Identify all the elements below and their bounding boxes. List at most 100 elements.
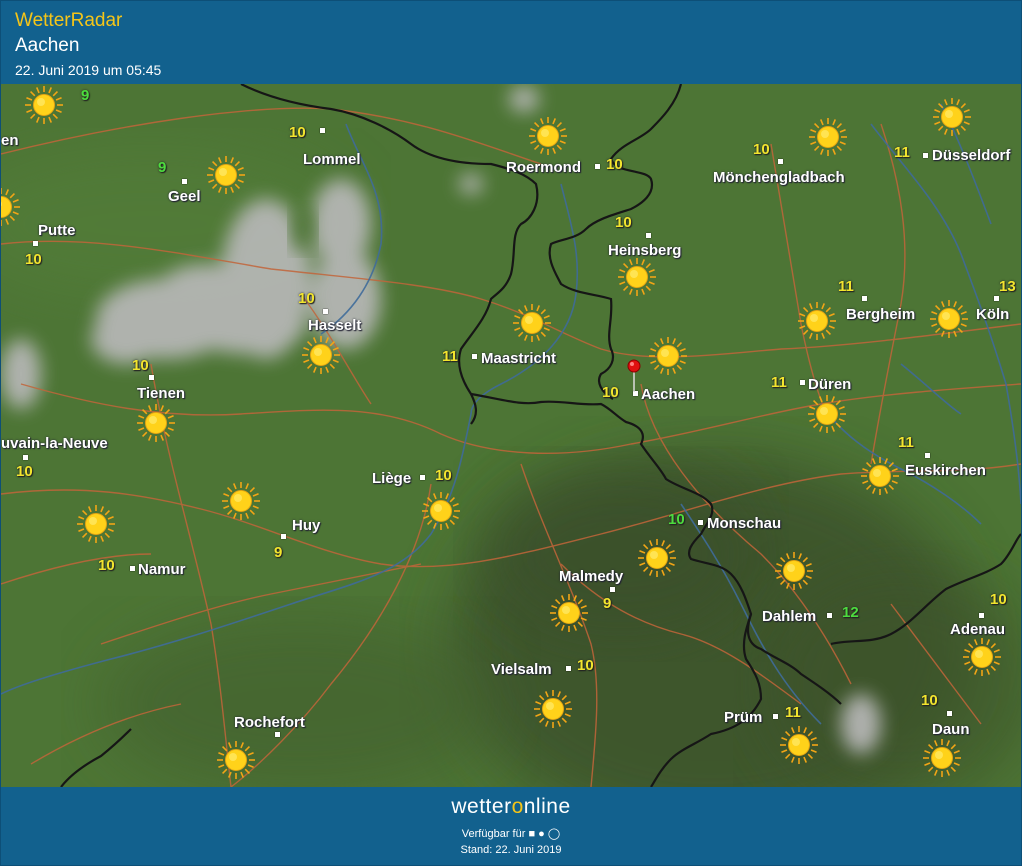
city-marker	[130, 566, 135, 571]
temp-label: 10	[16, 463, 33, 480]
temp-label: 13	[999, 278, 1016, 295]
city-marker	[646, 233, 651, 238]
apple-icon[interactable]: ●	[538, 828, 545, 840]
temp-label: 10	[298, 290, 315, 307]
city-marker	[281, 534, 286, 539]
city-marker	[778, 159, 783, 164]
sun-icon[interactable]	[858, 454, 902, 498]
location-pin-icon[interactable]	[627, 359, 641, 393]
city-pruem[interactable]: Prüm	[724, 709, 762, 726]
city-aachen[interactable]: Aachen	[641, 386, 695, 403]
sun-icon[interactable]	[646, 334, 690, 378]
web-icon[interactable]: ◯	[548, 828, 560, 840]
sun-icon[interactable]	[777, 723, 821, 767]
sun-icon[interactable]	[134, 401, 178, 445]
city-monschau[interactable]: Monschau	[707, 515, 781, 532]
temp-label: 10	[990, 591, 1007, 608]
weather-map[interactable]: en Lommel Roermond Mönchengladbach Düsse…	[1, 84, 1021, 787]
temp-label: 10	[615, 214, 632, 231]
sun-icon[interactable]	[960, 635, 1004, 679]
temp-label: 9	[603, 595, 612, 612]
sun-icon[interactable]	[795, 299, 839, 343]
sun-icon[interactable]	[615, 255, 659, 299]
city-marker	[979, 613, 984, 618]
city-marker	[862, 296, 867, 301]
sun-icon[interactable]	[510, 301, 554, 345]
city-marker	[610, 587, 615, 592]
header-bar: WetterRadar Aachen 22. Juni 2019 um 05:4…	[1, 1, 1021, 84]
temp-label: 11	[771, 374, 787, 391]
timestamp: 22. Juni 2019 um 05:45	[15, 62, 162, 78]
temp-label: 10	[25, 251, 42, 268]
city-daun[interactable]: Daun	[932, 721, 970, 738]
temp-label: 9	[158, 159, 167, 176]
sun-icon[interactable]	[22, 84, 66, 127]
sun-icon[interactable]	[214, 738, 258, 782]
app-title[interactable]: WetterRadar	[15, 10, 122, 32]
city-marker	[420, 475, 425, 480]
sun-icon[interactable]	[74, 502, 118, 546]
brand-logo[interactable]: wetteronline	[1, 795, 1021, 819]
city-dueren[interactable]: Düren	[808, 376, 851, 393]
city-rochefort[interactable]: Rochefort	[234, 714, 305, 731]
sun-icon[interactable]	[920, 736, 964, 780]
sun-icon[interactable]	[806, 115, 850, 159]
city-dahlem[interactable]: Dahlem	[762, 608, 816, 625]
city-marker	[33, 241, 38, 246]
city-marker	[698, 520, 703, 525]
city-marker	[800, 380, 805, 385]
city-lommel[interactable]: Lommel	[303, 151, 361, 168]
sun-icon[interactable]	[219, 479, 263, 523]
city-marker	[23, 455, 28, 460]
city-koeln[interactable]: Köln	[976, 306, 1009, 323]
city-geel[interactable]: Geel	[168, 188, 201, 205]
stand-date: Stand: 22. Juni 2019	[460, 844, 562, 856]
temp-label: 10	[753, 141, 770, 158]
sun-icon[interactable]	[531, 687, 575, 731]
sun-icon[interactable]	[526, 114, 570, 158]
city-marker	[925, 453, 930, 458]
sun-icon[interactable]	[772, 549, 816, 593]
sun-icon[interactable]	[204, 153, 248, 197]
temp-label: 10	[606, 156, 623, 173]
temp-label: 10	[132, 357, 149, 374]
temp-label: 10	[668, 511, 685, 528]
city-roermond[interactable]: Roermond	[506, 159, 581, 176]
sun-icon[interactable]	[547, 591, 591, 635]
city-tienen[interactable]: Tienen	[137, 385, 185, 402]
sun-icon[interactable]	[1, 185, 23, 229]
city-maastricht[interactable]: Maastricht	[481, 350, 556, 367]
temp-label: 11	[898, 434, 914, 451]
android-icon[interactable]: ■	[528, 828, 535, 840]
temp-label: 11	[838, 278, 854, 295]
availability-line: Verfügbar für ■ ● ◯	[1, 827, 1021, 840]
city-liege[interactable]: Liège	[372, 470, 411, 487]
city-heinsberg[interactable]: Heinsberg	[608, 242, 681, 259]
sun-icon[interactable]	[419, 489, 463, 533]
city-adenau[interactable]: Adenau	[950, 621, 1005, 638]
city-bergheim[interactable]: Bergheim	[846, 306, 915, 323]
temp-label: 10	[602, 384, 619, 401]
city-putte[interactable]: Putte	[38, 222, 76, 239]
city-malmedy[interactable]: Malmedy	[559, 568, 623, 585]
sun-icon[interactable]	[927, 297, 971, 341]
city-huy[interactable]: Huy	[292, 517, 320, 534]
temp-label: 11	[785, 704, 801, 721]
city-euskirchen[interactable]: Euskirchen	[905, 462, 986, 479]
city-louvain-la-neuve[interactable]: uvain-la-Neuve	[1, 435, 108, 452]
temp-label: 11	[442, 348, 458, 365]
city-duesseldorf[interactable]: Düsseldorf	[932, 147, 1010, 164]
temp-label: 12	[842, 604, 859, 621]
sun-icon[interactable]	[635, 536, 679, 580]
city-namur[interactable]: Namur	[138, 561, 186, 578]
city-vielsalm[interactable]: Vielsalm	[491, 661, 552, 678]
sun-icon[interactable]	[299, 333, 343, 377]
sun-icon[interactable]	[805, 392, 849, 436]
city-hasselt[interactable]: Hasselt	[308, 317, 361, 334]
temp-label: 10	[435, 467, 452, 484]
temp-label: 10	[921, 692, 938, 709]
city-moenchengladbach[interactable]: Mönchengladbach	[713, 169, 845, 186]
sun-icon[interactable]	[930, 95, 974, 139]
city-marker	[773, 714, 778, 719]
city-marker	[827, 613, 832, 618]
